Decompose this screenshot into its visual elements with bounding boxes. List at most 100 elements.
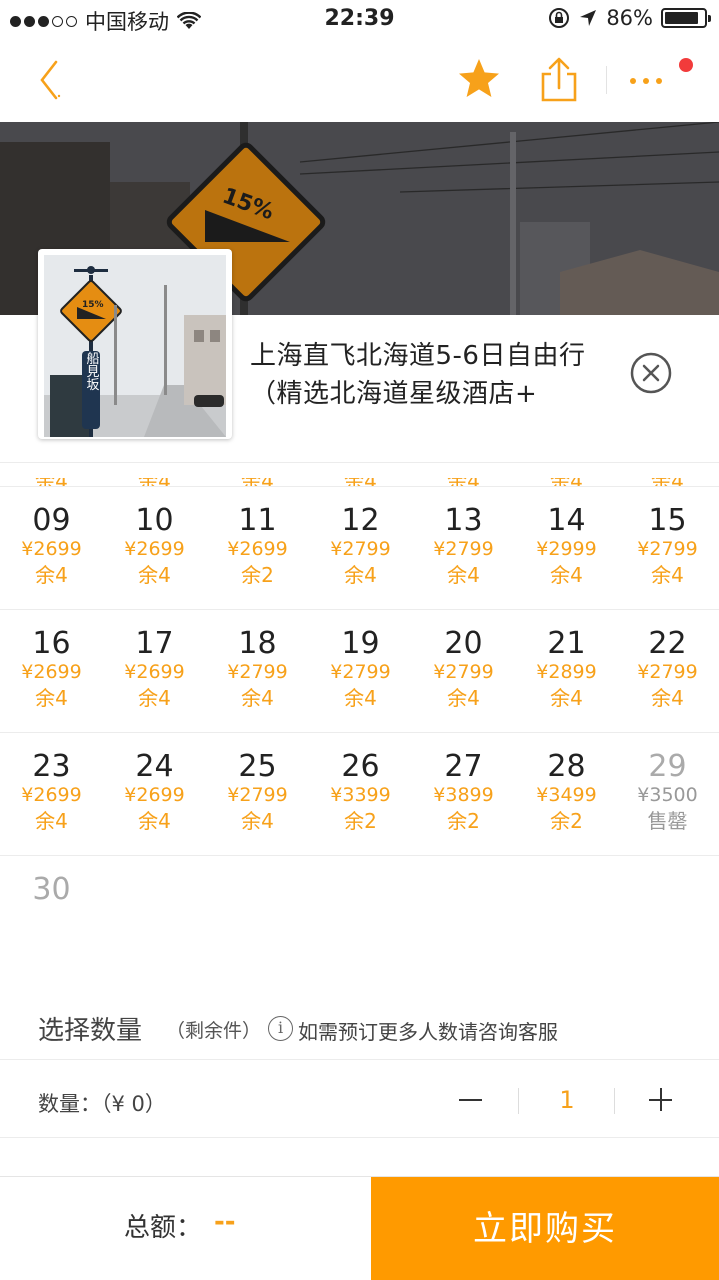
- day-stock: 余2: [241, 563, 274, 587]
- day-price: ¥3899: [433, 784, 494, 806]
- day-price: ¥2699: [124, 784, 185, 806]
- day-number: 19: [341, 626, 380, 661]
- day-price: ¥2699: [21, 538, 82, 560]
- day-price: ¥2799: [433, 661, 494, 683]
- day-number: 10: [135, 503, 174, 538]
- quantity-value[interactable]: 1: [520, 1086, 614, 1114]
- calendar-day[interactable]: 09 ¥2699 余4: [0, 487, 103, 610]
- day-price: ¥2799: [637, 661, 698, 683]
- calendar-day[interactable]: 18 ¥2799 余4: [206, 610, 309, 733]
- day-price: ¥2699: [124, 538, 185, 560]
- increment-button[interactable]: [640, 1082, 680, 1116]
- calendar-day[interactable]: 20 ¥2799 余4: [412, 610, 515, 733]
- day-price: ¥3499: [536, 784, 597, 806]
- buy-now-button[interactable]: 立即购买: [371, 1177, 719, 1280]
- product-title: 上海直飞北海道5-6日自由行（精选北海道星级酒店+: [250, 341, 586, 409]
- checkout-bar: 总额： -- 立即购买: [0, 1176, 719, 1280]
- day-price: ¥2699: [124, 661, 185, 683]
- calendar-day[interactable]: 10 ¥2699 余4: [103, 487, 206, 610]
- day-number: 16: [32, 626, 71, 661]
- calendar-day[interactable]: 15 ¥2799 余4: [616, 487, 719, 610]
- calendar-day[interactable]: 28 ¥3499 余2: [515, 733, 618, 856]
- quantity-price: （¥ 0）: [101, 1092, 166, 1116]
- day-number: 20: [444, 626, 483, 661]
- day-number: 17: [135, 626, 174, 661]
- star-icon[interactable]: [456, 56, 502, 102]
- day-number: 09: [32, 503, 71, 538]
- calendar-previous-row-fragment: 余4余4余4 余4余4余4余4: [0, 462, 719, 487]
- day-price: ¥2799: [330, 538, 391, 560]
- calendar-week-row: 16 ¥2699 余4 17 ¥2699 余4 18 ¥2799 余4 19 ¥2799 余4 20 ¥2…: [0, 610, 719, 733]
- day-number: 29: [648, 749, 687, 784]
- booking-note: 如需预订更多人数请咨询客服: [298, 1020, 558, 1044]
- day-price: ¥2799: [330, 661, 391, 683]
- total-value: --: [214, 1207, 236, 1237]
- chevron-left-icon[interactable]: [32, 58, 72, 102]
- calendar-day[interactable]: 17 ¥2699 余4: [103, 610, 206, 733]
- quantity-heading: 选择数量: [38, 1016, 143, 1046]
- day-price: ¥3399: [330, 784, 391, 806]
- day-price: ¥2799: [227, 784, 288, 806]
- battery-icon: [661, 8, 711, 28]
- calendar-day[interactable]: 12 ¥2799 余4: [309, 487, 412, 610]
- calendar-week-row: 30: [0, 856, 719, 979]
- product-thumbnail[interactable]: 15% 船見坂: [38, 249, 232, 439]
- day-stock: 余4: [447, 686, 480, 710]
- day-stock: 余4: [241, 686, 274, 710]
- calendar-day[interactable]: 23 ¥2699 余4: [0, 733, 103, 856]
- day-stock: 余4: [35, 809, 68, 833]
- day-stock: 余4: [651, 563, 684, 587]
- calendar-day[interactable]: 21 ¥2899 余4: [515, 610, 618, 733]
- day-price: ¥2799: [637, 538, 698, 560]
- day-price: ¥2699: [227, 538, 288, 560]
- day-price: ¥2699: [21, 661, 82, 683]
- day-number: 12: [341, 503, 380, 538]
- day-price: ¥2799: [227, 661, 288, 683]
- day-stock: 余2: [447, 809, 480, 833]
- calendar-day[interactable]: 14 ¥2999 余4: [515, 487, 618, 610]
- day-number: 28: [547, 749, 586, 784]
- info-icon[interactable]: i: [268, 1016, 293, 1041]
- day-stock: 余4: [35, 563, 68, 587]
- calendar-day[interactable]: 25 ¥2799 余4: [206, 733, 309, 856]
- day-price: ¥2899: [536, 661, 597, 683]
- day-number: 25: [238, 749, 277, 784]
- calendar-day[interactable]: 24 ¥2699 余4: [103, 733, 206, 856]
- thumbnail-post-text: 船見坂: [84, 352, 100, 391]
- top-nav: [0, 40, 719, 122]
- close-icon[interactable]: [630, 352, 672, 394]
- day-stock: 余2: [344, 809, 377, 833]
- notification-dot: [679, 58, 693, 72]
- day-number: 13: [444, 503, 483, 538]
- day-stock: 余4: [651, 686, 684, 710]
- day-number: 21: [547, 626, 586, 661]
- calendar-day[interactable]: 26 ¥3399 余2: [309, 733, 412, 856]
- calendar-day[interactable]: 13 ¥2799 余4: [412, 487, 515, 610]
- day-number: 15: [648, 503, 687, 538]
- day-stock: 余4: [138, 563, 171, 587]
- calendar-week-row: 23 ¥2699 余4 24 ¥2699 余4 25 ¥2799 余4 26 ¥3399 余2 27 ¥3…: [0, 733, 719, 856]
- stepper-divider: [518, 1088, 519, 1114]
- day-price: ¥3500: [637, 784, 698, 806]
- calendar-day[interactable]: 22 ¥2799 余4: [616, 610, 719, 733]
- calendar-day[interactable]: 16 ¥2699 余4: [0, 610, 103, 733]
- location-arrow-icon: [580, 10, 597, 26]
- total-label: 总额：: [124, 1213, 203, 1243]
- day-number: 18: [238, 626, 277, 661]
- day-stock: 售罄: [647, 809, 688, 833]
- stepper-divider: [614, 1088, 615, 1114]
- calendar-day: 30: [0, 856, 103, 979]
- day-stock: 余4: [550, 686, 583, 710]
- day-number: 27: [444, 749, 483, 784]
- decrement-button[interactable]: [450, 1082, 490, 1116]
- day-number: 11: [238, 503, 277, 538]
- calendar-day[interactable]: 27 ¥3899 余2: [412, 733, 515, 856]
- thumbnail-photo: 15% 船見坂: [44, 255, 226, 437]
- status-bar: 中国移动 22:39 86%: [0, 0, 719, 40]
- battery-percent: 86%: [606, 6, 653, 30]
- day-number: 30: [32, 872, 71, 907]
- share-icon[interactable]: [536, 56, 582, 104]
- calendar-day[interactable]: 11 ¥2699 余2: [206, 487, 309, 610]
- calendar-day[interactable]: 19 ¥2799 余4: [309, 610, 412, 733]
- quantity-stepper: 数量：（¥ 0） 1: [0, 1060, 719, 1138]
